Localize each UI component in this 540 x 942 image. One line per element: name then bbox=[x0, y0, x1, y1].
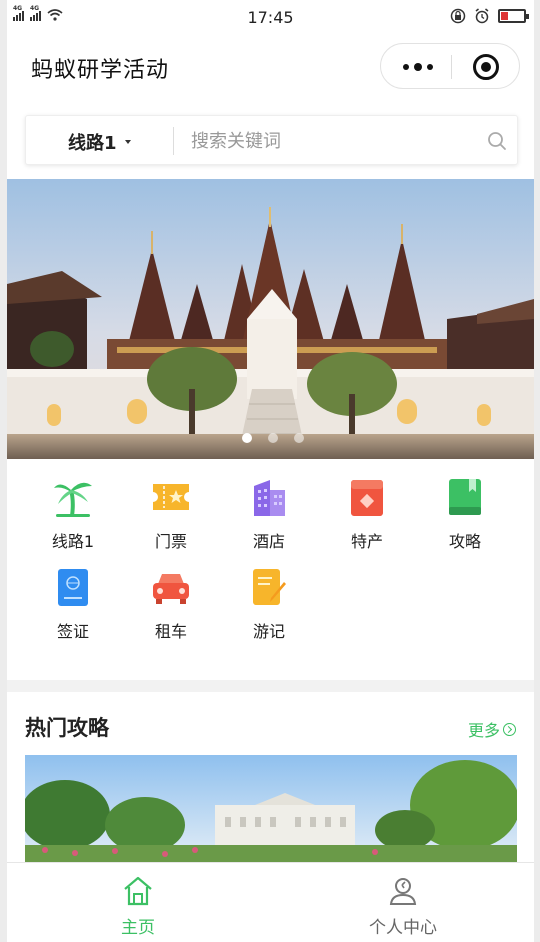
passport-icon bbox=[58, 569, 88, 606]
route-selector-label: 线路1 bbox=[68, 133, 117, 154]
category-label: 门票 bbox=[154, 532, 187, 551]
alarm-clock-icon bbox=[475, 8, 489, 24]
tab-home[interactable]: 主页 bbox=[38, 863, 238, 942]
travel-note-icon bbox=[253, 569, 286, 605]
category-hotel[interactable]: 酒店 bbox=[219, 468, 319, 558]
capsule-divider bbox=[451, 55, 452, 79]
route-selector[interactable]: 线路1 bbox=[68, 129, 131, 155]
category-label: 线路1 bbox=[51, 532, 95, 551]
banner-image bbox=[7, 179, 534, 459]
category-visa[interactable]: 签证 bbox=[23, 558, 123, 648]
page-title: 蚂蚁研学活动 bbox=[31, 58, 170, 83]
search-bar: 线路1 bbox=[25, 115, 518, 165]
category-label: 游记 bbox=[252, 622, 285, 641]
mini-program-capsule bbox=[380, 43, 520, 89]
battery-icon bbox=[498, 9, 529, 23]
section-divider bbox=[7, 680, 534, 692]
tab-profile-label: 个人中心 bbox=[369, 918, 437, 938]
hot-guides-title: 热门攻略 bbox=[25, 716, 109, 740]
category-route[interactable]: 线路1 bbox=[23, 468, 123, 558]
guide-cover-image bbox=[25, 755, 517, 865]
more-link[interactable]: 更多 bbox=[468, 717, 517, 741]
car-icon bbox=[153, 574, 189, 604]
category-car-rental[interactable]: 租车 bbox=[121, 558, 221, 648]
category-label: 特产 bbox=[350, 532, 383, 551]
tab-home-label: 主页 bbox=[121, 918, 155, 938]
status-right-group bbox=[450, 8, 529, 24]
category-specialty[interactable]: 特产 bbox=[317, 468, 417, 558]
status-bar: 4G 4G 17:45 bbox=[7, 0, 534, 34]
category-label: 签证 bbox=[56, 622, 89, 641]
close-mini-program-icon[interactable] bbox=[473, 54, 499, 80]
search-input[interactable] bbox=[191, 125, 471, 157]
category-ticket[interactable]: 门票 bbox=[121, 468, 221, 558]
category-grid: 线路1 门票 酒店 特产 攻略 签证 租车 游记 bbox=[7, 468, 534, 680]
category-label: 攻略 bbox=[448, 532, 481, 551]
category-label: 租车 bbox=[154, 622, 187, 641]
tab-profile[interactable]: 个人中心 bbox=[303, 863, 503, 942]
chevron-down-icon bbox=[124, 140, 131, 144]
palm-tree-icon bbox=[54, 482, 92, 517]
category-travel-notes[interactable]: 游记 bbox=[219, 558, 319, 648]
category-guide[interactable]: 攻略 bbox=[415, 468, 515, 558]
hot-guide-card-image[interactable] bbox=[25, 755, 517, 865]
more-link-label: 更多 bbox=[468, 721, 501, 740]
category-label: 酒店 bbox=[252, 532, 285, 551]
chevron-right-circle-icon bbox=[503, 722, 517, 736]
rotation-lock-icon bbox=[450, 8, 466, 24]
carousel-dot[interactable] bbox=[268, 433, 278, 443]
more-menu-icon[interactable] bbox=[403, 63, 433, 71]
banner-carousel[interactable] bbox=[7, 179, 534, 459]
carousel-indicators bbox=[242, 433, 304, 443]
search-icon[interactable] bbox=[486, 130, 508, 152]
search-divider bbox=[173, 127, 174, 155]
profile-icon bbox=[389, 878, 417, 905]
carousel-dot[interactable] bbox=[294, 433, 304, 443]
ticket-icon bbox=[153, 484, 189, 510]
phone-screen: 4G 4G 17:45 蚂蚁研学活动 线路1 搜索关键词 线路1 门票 酒店 特… bbox=[7, 0, 534, 942]
bottom-tab-bar: 主页 个人中心 bbox=[7, 862, 534, 942]
hotel-building-icon bbox=[254, 480, 285, 516]
carousel-dot[interactable] bbox=[242, 433, 252, 443]
home-icon bbox=[124, 876, 152, 906]
guide-book-icon bbox=[449, 479, 481, 515]
gift-icon bbox=[351, 480, 383, 516]
